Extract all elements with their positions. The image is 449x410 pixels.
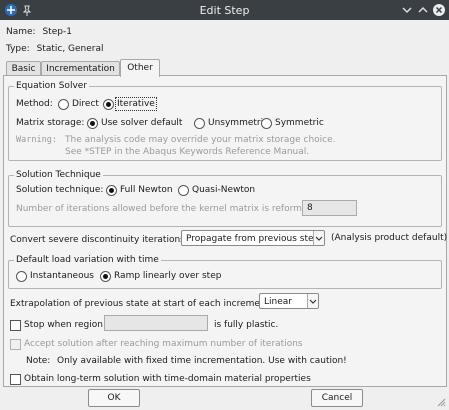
quasi-newton-label[interactable]: Quasi-Newton xyxy=(192,184,255,196)
extrapolation-label: Extrapolation of previous state at start… xyxy=(10,299,273,309)
extrapolation-select-value: Linear xyxy=(264,297,292,307)
ramp-linearly-label[interactable]: Ramp linearly over step xyxy=(114,270,221,282)
type-label: Type: xyxy=(6,44,30,54)
matrix-storage-label: Matrix storage: xyxy=(16,118,85,128)
name-value: Step-1 xyxy=(42,27,72,37)
storage-unsymmetric-label[interactable]: Unsymmetric xyxy=(208,117,268,129)
title-bar[interactable]: Edit Step xyxy=(0,0,449,20)
warning-label: Warning: xyxy=(16,135,57,145)
accept-solution-label[interactable]: Accept solution after reaching maximum n… xyxy=(24,338,303,350)
full-newton-radio[interactable] xyxy=(106,185,117,196)
instantaneous-radio[interactable] xyxy=(16,271,27,282)
equation-solver-title: Equation Solver xyxy=(14,80,90,92)
storage-unsymmetric-radio[interactable] xyxy=(194,118,205,129)
tab-other[interactable]: Other xyxy=(120,59,160,77)
solution-technique-title: Solution Technique xyxy=(14,169,103,181)
chevron-down-icon xyxy=(313,231,324,245)
cancel-button[interactable]: Cancel xyxy=(311,389,363,407)
storage-solver-default-label[interactable]: Use solver default xyxy=(101,117,182,129)
ok-button[interactable]: OK xyxy=(88,389,140,407)
close-icon[interactable] xyxy=(432,3,446,17)
type-row: Type: Static, General xyxy=(6,43,104,55)
maximize-icon[interactable] xyxy=(416,3,430,17)
stop-region-checkbox[interactable] xyxy=(10,320,21,331)
quasi-newton-radio[interactable] xyxy=(178,185,189,196)
full-newton-label[interactable]: Full Newton xyxy=(120,184,173,196)
discontinuity-select[interactable]: Propagate from previous step xyxy=(181,230,325,246)
type-value: Static, General xyxy=(36,44,104,54)
load-variation-title: Default load variation with time xyxy=(14,254,161,266)
name-label: Name: xyxy=(6,27,36,37)
long-term-label[interactable]: Obtain long-term solution with time-doma… xyxy=(24,373,311,385)
minimize-icon[interactable] xyxy=(400,3,414,17)
tab-basic[interactable]: Basic xyxy=(6,61,41,76)
method-label: Method: xyxy=(16,99,53,109)
method-iterative-label[interactable]: Iterative xyxy=(115,97,157,111)
iterations-label: Number of iterations allowed before the … xyxy=(16,204,317,214)
resize-grip-icon[interactable] xyxy=(436,397,446,407)
ramp-linearly-radio[interactable] xyxy=(100,271,111,282)
long-term-checkbox[interactable] xyxy=(10,374,21,385)
storage-symmetric-radio[interactable] xyxy=(261,118,272,129)
discontinuity-note: (Analysis product default) xyxy=(331,233,448,243)
region-field[interactable] xyxy=(104,315,208,331)
stop-region-suffix: is fully plastic. xyxy=(214,320,279,330)
window-title: Edit Step xyxy=(199,4,250,17)
instantaneous-label[interactable]: Instantaneous xyxy=(30,270,94,282)
storage-symmetric-label[interactable]: Symmetric xyxy=(275,117,324,129)
method-direct-radio[interactable] xyxy=(58,99,69,110)
iterations-field[interactable]: 8 xyxy=(302,200,357,216)
note-text: Only available with fixed time increment… xyxy=(57,356,347,366)
solution-technique-group xyxy=(8,175,442,227)
extrapolation-select[interactable]: Linear xyxy=(259,293,319,309)
stop-region-label[interactable]: Stop when region xyxy=(24,319,103,331)
note-label: Note: xyxy=(26,356,51,366)
warning-line-1: The analysis code may override your matr… xyxy=(65,135,336,145)
solution-technique-label: Solution technique: xyxy=(16,185,104,195)
name-row: Name: Step-1 xyxy=(6,26,72,38)
method-iterative-radio[interactable] xyxy=(103,99,114,110)
storage-solver-default-radio[interactable] xyxy=(87,118,98,129)
method-direct-label[interactable]: Direct xyxy=(72,98,99,110)
discontinuity-select-value: Propagate from previous step xyxy=(186,234,320,244)
accept-solution-checkbox[interactable] xyxy=(10,339,21,350)
discontinuity-label: Convert severe discontinuity iterations: xyxy=(10,235,188,245)
warning-line-2: See *STEP in the Abaqus Keywords Referen… xyxy=(65,147,310,157)
tab-incrementation[interactable]: Incrementation xyxy=(41,61,120,76)
edit-step-dialog: Edit Step Name: Step-1 Type: Static, Gen… xyxy=(0,0,449,410)
chevron-down-icon xyxy=(307,294,318,308)
